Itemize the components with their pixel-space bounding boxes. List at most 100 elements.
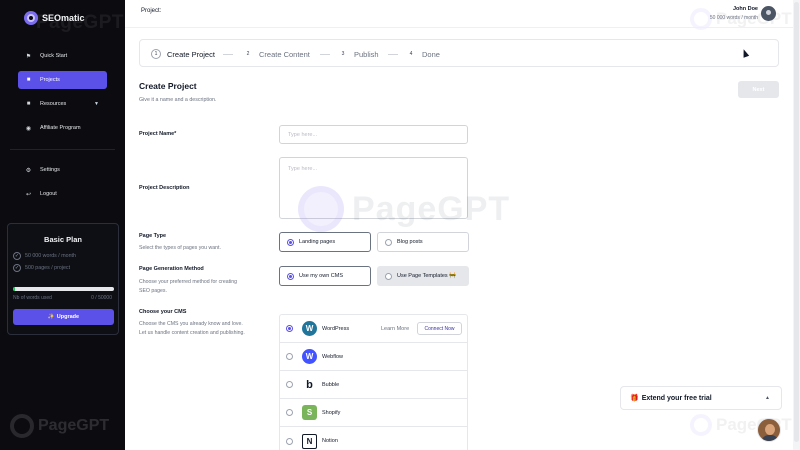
support-chat-avatar[interactable] (757, 418, 781, 442)
pagegpt-logo-icon (10, 414, 34, 438)
avatar[interactable] (761, 6, 776, 21)
project-label: Project: (141, 8, 162, 14)
sidebar-item-logout[interactable]: ↩ Logout (18, 185, 107, 203)
sidebar-item-projects[interactable]: ■ Projects (18, 71, 107, 89)
step-create-content: 2 Create Content (243, 40, 310, 68)
page-type-label: Page Type (139, 233, 167, 239)
cms-name: Bubble (322, 381, 340, 388)
pagegpt-logo-icon (690, 414, 712, 436)
webflow-icon: W (302, 349, 317, 364)
check-icon: ✓ (13, 264, 21, 272)
option-own-cms[interactable]: Use my own CMS (279, 266, 371, 286)
connect-now-button[interactable]: Connect Now (417, 322, 462, 335)
sidebar: SEOmatic PageGPT ⚑ Quick Start ■ Project… (0, 0, 125, 450)
upgrade-button[interactable]: ✨ Upgrade (13, 309, 114, 325)
sidebar-item-settings[interactable]: ⚙ Settings (18, 161, 107, 179)
radio-icon (287, 238, 294, 246)
project-description-label: Project Description (139, 185, 190, 191)
sidebar-item-resources[interactable]: ■ Resources ▼ (18, 95, 107, 113)
footer-watermark: PageGPT (10, 414, 109, 438)
sidebar-item-label: Projects (40, 77, 60, 83)
step-connector (388, 54, 398, 55)
project-name-input[interactable] (279, 125, 468, 144)
support-body (761, 435, 779, 441)
brand[interactable]: SEOmatic (24, 11, 85, 25)
page-type-help: Select the types of pages you want. (139, 245, 221, 251)
extend-trial-bar[interactable]: 🎁 Extend your free trial ▲ (620, 386, 782, 410)
gift-icon: 🎁 (630, 395, 639, 402)
sidebar-item-affiliate[interactable]: ◉ Affiliate Program (18, 119, 107, 137)
upgrade-label: Upgrade (56, 314, 80, 320)
step-number: 1 (151, 49, 161, 59)
usage-progress-fill (13, 287, 16, 291)
bullseye-icon: ◉ (25, 125, 32, 132)
step-connector (223, 54, 233, 55)
user-usage: 50 000 words / month (709, 15, 758, 21)
logout-icon: ↩ (25, 191, 32, 198)
next-button[interactable]: Next (738, 81, 779, 98)
plan-title: Basic Plan (44, 235, 82, 244)
step-label: Publish (354, 49, 379, 59)
cms-name: WordPress (322, 325, 350, 332)
flag-icon: ⚑ (25, 53, 32, 60)
notion-icon: N (302, 433, 317, 449)
cms-option-webflow[interactable]: W Webflow (280, 343, 467, 371)
radio-icon (286, 381, 293, 388)
file-icon: ■ (26, 101, 31, 107)
plan-feature-label: 500 pages / project (25, 265, 71, 271)
cms-option-wordpress[interactable]: W WordPress Learn More Connect Now (280, 315, 467, 343)
header-divider (125, 27, 793, 28)
radio-icon (385, 238, 392, 246)
sidebar-item-label: Logout (40, 191, 57, 197)
sidebar-divider (10, 149, 115, 150)
generation-method-help: Choose your preferred method for creatin… (139, 279, 238, 294)
sparkle-icon: ✨ (47, 314, 55, 320)
gear-icon: ⚙ (25, 167, 32, 174)
user-name: John Doe (732, 6, 758, 12)
option-label: Blog posts (397, 239, 423, 245)
cms-option-bubble[interactable]: b Bubble (280, 371, 467, 399)
cms-option-shopify[interactable]: S Shopify (280, 399, 467, 427)
sidebar-item-quick-start[interactable]: ⚑ Quick Start (18, 47, 107, 65)
plan-feature-label: 50 000 words / month (25, 253, 76, 259)
step-label: Done (422, 49, 440, 59)
user-icon (766, 9, 771, 15)
step-done: 4 Done (406, 40, 440, 68)
cms-help: Choose the CMS you already know and love… (139, 321, 245, 336)
option-label: Use Page Templates 🚧 (397, 273, 457, 279)
sidebar-item-label: Resources (40, 101, 67, 107)
plan-card: Basic Plan ✓ 50 000 words / month ✓ 500 … (7, 223, 119, 335)
step-connector (320, 54, 330, 55)
step-create-project: 1 Create Project (151, 40, 215, 68)
usage-progress-bar (13, 287, 114, 291)
radio-icon (286, 409, 293, 416)
scrollbar[interactable] (793, 0, 800, 450)
support-face (765, 424, 775, 435)
cms-option-notion[interactable]: N Notion (280, 427, 467, 450)
learn-more-link[interactable]: Learn More (381, 326, 409, 332)
wordpress-icon: W (302, 321, 317, 336)
cms-name: Notion (322, 438, 338, 444)
option-blog-posts[interactable]: Blog posts (377, 232, 469, 252)
stepper: 1 Create Project 2 Create Content 3 Publ… (139, 39, 779, 67)
page-subtitle: Give it a name and a description. (139, 97, 217, 103)
chevron-down-icon: ▼ (94, 101, 99, 107)
usage-value: 0 / 50000 (91, 295, 112, 301)
sidebar-item-label: Settings (40, 167, 60, 173)
bubble-icon: b (302, 377, 317, 392)
step-number: 3 (341, 51, 345, 57)
project-description-input[interactable] (279, 157, 468, 219)
step-publish: 3 Publish (338, 40, 379, 68)
plan-feature: ✓ 50 000 words / month (13, 252, 76, 260)
step-label: Create Project (167, 49, 215, 59)
scrollbar-thumb[interactable] (794, 2, 799, 442)
sidebar-item-label: Quick Start (40, 53, 68, 59)
shopify-icon: S (302, 405, 317, 420)
chevron-up-icon: ▲ (765, 395, 770, 401)
option-page-templates[interactable]: Use Page Templates 🚧 (377, 266, 469, 286)
radio-icon (286, 353, 293, 360)
footer-watermark-text: PageGPT (38, 417, 110, 434)
option-label: Use my own CMS (299, 273, 344, 279)
option-landing-pages[interactable]: Landing pages (279, 232, 371, 252)
plan-feature: ✓ 500 pages / project (13, 264, 70, 272)
